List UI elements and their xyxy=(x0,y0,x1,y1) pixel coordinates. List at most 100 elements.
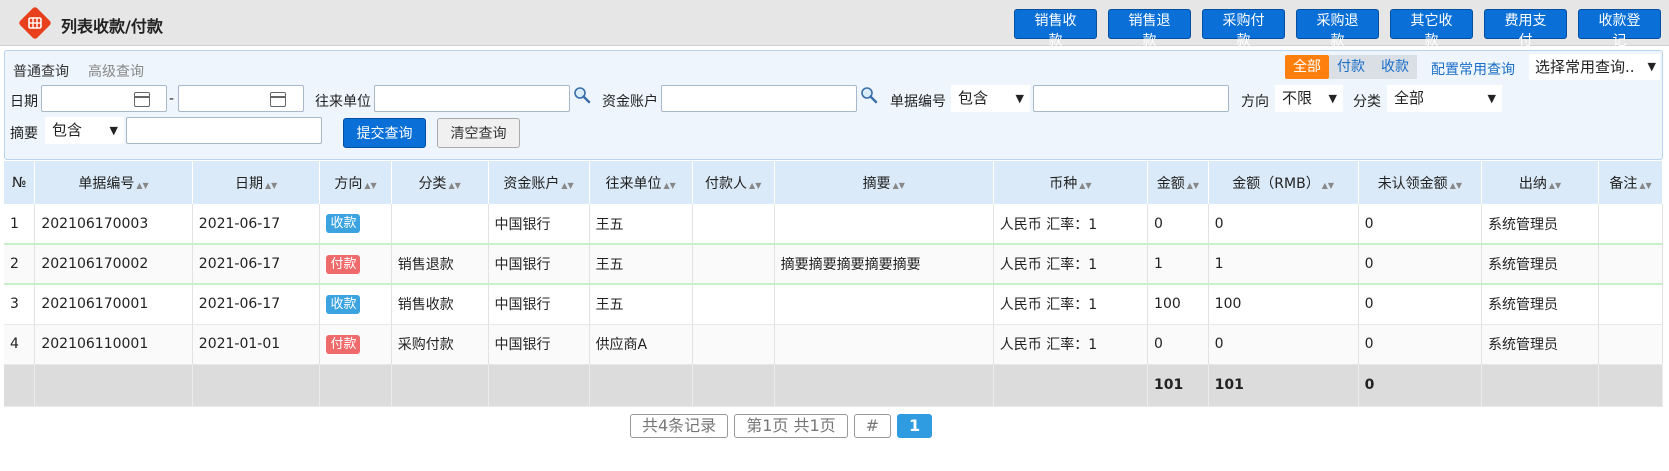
total-cell xyxy=(4,364,36,407)
filter-all[interactable]: 全部 xyxy=(1285,55,1329,79)
col-summary[interactable]: 摘要 ▲▼ xyxy=(774,161,994,204)
pagination: 共4条记录 第1页 共1页 # 1 xyxy=(630,414,938,438)
summary-label: 摘要 xyxy=(10,126,38,142)
other-receipt-button[interactable]: 其它收款 xyxy=(1390,9,1473,49)
cell-account: 中国银行 xyxy=(488,324,590,365)
cell-partner: 供应商A xyxy=(589,324,693,365)
cell-no: 3 xyxy=(4,284,36,325)
cell-account: 中国银行 xyxy=(488,284,590,325)
cell-remark xyxy=(1598,243,1663,285)
cell-amount-rmb: 100 xyxy=(1208,284,1359,325)
cell-date: 2021-01-01 xyxy=(192,324,321,365)
col-remark[interactable]: 备注 ▲▼ xyxy=(1598,161,1663,204)
cell-amount-rmb: 0 xyxy=(1208,204,1359,245)
account-input[interactable] xyxy=(661,85,857,112)
summary-mode-value: 包含 xyxy=(52,121,83,139)
category-select[interactable]: 全部 ▼ xyxy=(1387,85,1502,112)
col-no: № xyxy=(4,161,36,204)
tab-normal-query[interactable]: 普通查询 xyxy=(13,61,69,81)
sort-icon: ▲▼ xyxy=(561,180,574,190)
col-cashier[interactable]: 出纳 ▲▼ xyxy=(1481,161,1600,204)
col-direction[interactable]: 方向 ▲▼ xyxy=(319,161,392,204)
page-jump-button[interactable]: # xyxy=(853,414,892,438)
summary-mode-select[interactable]: 包含 ▼ xyxy=(45,117,124,144)
direction-badge: 付款 xyxy=(326,254,361,274)
cell-summary xyxy=(774,324,994,365)
direction-badge: 收款 xyxy=(326,294,361,314)
sort-icon: ▲▼ xyxy=(1321,180,1335,190)
cell-partner: 王五 xyxy=(589,284,693,325)
direction-value: 不限 xyxy=(1282,89,1313,107)
sales-receipt-button[interactable]: 销售收款 xyxy=(1014,9,1097,49)
record-count: 共4条记录 xyxy=(630,414,729,438)
search-icon[interactable] xyxy=(573,86,591,104)
table-row[interactable]: 4 202106110001 2021-01-01 付款 采购付款 中国银行 供… xyxy=(4,324,1663,365)
cell-no: 1 xyxy=(4,204,36,245)
col-account[interactable]: 资金账户 ▲▼ xyxy=(488,161,590,204)
col-partner[interactable]: 往来单位 ▲▼ xyxy=(589,161,693,204)
table-row[interactable]: 2 202106170002 2021-06-17 付款 销售退款 中国银行 王… xyxy=(4,243,1663,285)
saved-query-value: 选择常用查询.. xyxy=(1535,58,1635,76)
total-cell xyxy=(993,364,1149,407)
current-page-button[interactable]: 1 xyxy=(897,414,933,438)
app-logo-icon xyxy=(19,7,51,39)
table-row[interactable]: 1 202106170003 2021-06-17 收款 中国银行 王五 人民币… xyxy=(4,204,1663,245)
direction-select[interactable]: 不限 ▼ xyxy=(1275,85,1343,112)
col-amount-rmb[interactable]: 金额（RMB） ▲▼ xyxy=(1208,161,1359,204)
cell-currency: 人民币 汇率：1 xyxy=(993,243,1149,285)
col-docno[interactable]: 单据编号 ▲▼ xyxy=(34,161,193,204)
total-cell xyxy=(192,364,321,407)
cell-category: 采购付款 xyxy=(391,324,489,365)
calendar-icon[interactable] xyxy=(270,92,286,107)
cell-docno: 202106170002 xyxy=(34,243,193,285)
partner-input[interactable] xyxy=(374,85,570,112)
expense-payment-button[interactable]: 费用支付 xyxy=(1484,9,1567,49)
cell-amount: 0 xyxy=(1147,324,1209,365)
calendar-icon[interactable] xyxy=(134,92,150,107)
top-bar: 列表收款/付款 销售收款 销售退款 采购付款 采购退款 其它收款 费用支付 收款… xyxy=(0,0,1669,49)
total-cell xyxy=(692,364,775,407)
sort-icon: ▲▼ xyxy=(1548,180,1562,190)
receipts-table: № 单据编号 ▲▼ 日期 ▲▼ 方向 ▲▼ 分类 ▲▼ 资金账户 ▲▼ 往来单位 ▲▼ 付款… xyxy=(4,161,1663,407)
cell-category: 销售退款 xyxy=(391,243,489,285)
total-cell xyxy=(1481,364,1600,407)
col-category[interactable]: 分类 ▲▼ xyxy=(391,161,489,204)
col-date[interactable]: 日期 ▲▼ xyxy=(192,161,321,204)
chevron-down-icon: ▼ xyxy=(1328,92,1337,105)
col-unclaimed[interactable]: 未认领金额 ▲▼ xyxy=(1358,161,1483,204)
cell-partner: 王五 xyxy=(589,243,693,285)
sort-icon: ▲▼ xyxy=(448,180,461,190)
purchase-refund-button[interactable]: 采购退款 xyxy=(1296,9,1379,49)
search-icon[interactable] xyxy=(860,86,878,104)
cell-category xyxy=(391,204,489,245)
receipt-register-button[interactable]: 收款登记 xyxy=(1578,9,1661,49)
docno-mode-select[interactable]: 包含 ▼ xyxy=(951,85,1030,112)
sales-refund-button[interactable]: 销售退款 xyxy=(1108,9,1191,49)
summary-input[interactable] xyxy=(126,117,322,144)
clear-query-button[interactable]: 清空查询 xyxy=(437,118,520,148)
cell-cashier: 系统管理员 xyxy=(1481,204,1600,245)
col-amount[interactable]: 金额 ▲▼ xyxy=(1147,161,1209,204)
toolbar-actions: 销售收款 销售退款 采购付款 采购退款 其它收款 费用支付 收款登记 xyxy=(1003,9,1661,49)
filter-receipt[interactable]: 收款 xyxy=(1373,55,1417,79)
sort-icon: ▲▼ xyxy=(663,180,676,190)
tab-advanced-query[interactable]: 高级查询 xyxy=(88,61,144,81)
table-row[interactable]: 3 202106170001 2021-06-17 收款 销售收款 中国银行 王… xyxy=(4,284,1663,325)
cell-partner: 王五 xyxy=(589,204,693,245)
cell-remark xyxy=(1598,324,1663,365)
config-saved-query-link[interactable]: 配置常用查询 xyxy=(1431,59,1515,79)
docno-input[interactable] xyxy=(1033,85,1229,112)
cell-payer xyxy=(692,324,775,365)
direction-badge: 收款 xyxy=(326,214,361,233)
sort-icon: ▲▼ xyxy=(1449,180,1462,190)
col-payer[interactable]: 付款人 ▲▼ xyxy=(692,161,775,204)
cell-account: 中国银行 xyxy=(488,204,590,245)
purchase-payment-button[interactable]: 采购付款 xyxy=(1202,9,1285,49)
saved-query-select[interactable]: 选择常用查询.. ▼ xyxy=(1529,54,1660,80)
cell-direction: 收款 xyxy=(319,204,392,245)
col-currency[interactable]: 币种 ▲▼ xyxy=(993,161,1149,204)
submit-query-button[interactable]: 提交查询 xyxy=(343,118,426,148)
sort-icon: ▲▼ xyxy=(749,180,762,190)
cell-currency: 人民币 汇率：1 xyxy=(993,204,1149,245)
filter-payment[interactable]: 付款 xyxy=(1329,55,1373,79)
